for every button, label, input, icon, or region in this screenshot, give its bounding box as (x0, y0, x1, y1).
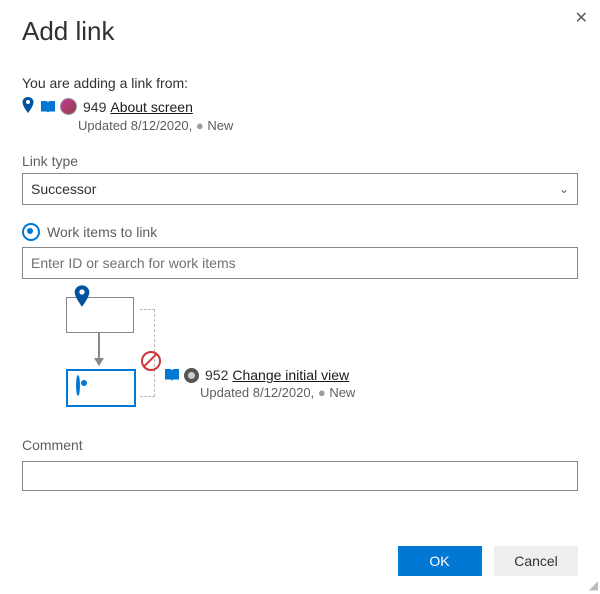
linktype-value: Successor (31, 181, 96, 197)
comment-label: Comment (22, 437, 578, 453)
dialog-title: Add link (22, 16, 578, 47)
linked-meta: Updated 8/12/2020, ● New (200, 385, 578, 400)
pin-icon (74, 285, 90, 312)
comment-input[interactable] (22, 461, 578, 491)
chevron-down-icon: ⌄ (559, 182, 569, 196)
pin-icon (22, 97, 34, 116)
source-meta: Updated 8/12/2020, ● New (78, 118, 578, 133)
close-icon[interactable]: ✕ (575, 8, 588, 28)
relationship-diagram (22, 291, 152, 411)
successor-arrow-icon (98, 333, 100, 365)
target-icon (22, 223, 40, 241)
linked-id: 952 (205, 367, 228, 383)
items-to-link-label: Work items to link (22, 223, 578, 241)
linked-item-panel: 952 Change initial view Updated 8/12/202… (164, 291, 578, 400)
avatar (184, 368, 199, 383)
cancel-button[interactable]: Cancel (494, 546, 578, 576)
linked-title-link[interactable]: Change initial view (232, 367, 349, 383)
epic-icon (164, 368, 180, 382)
add-link-dialog: ✕ Add link You are adding a link from: 9… (0, 0, 600, 594)
linktype-select[interactable]: Successor ⌄ (22, 173, 578, 205)
state-dot-icon: ● (196, 118, 207, 133)
linked-workitem: 952 Change initial view (164, 367, 578, 383)
epic-icon (40, 100, 56, 114)
dialog-actions: OK Cancel (390, 546, 578, 576)
avatar (60, 98, 77, 115)
linktype-label: Link type (22, 153, 578, 169)
source-title-link[interactable]: About screen (110, 99, 193, 115)
target-icon (76, 377, 80, 395)
ok-button[interactable]: OK (398, 546, 482, 576)
resize-handle-icon[interactable]: ◢ (589, 578, 598, 592)
source-id: 949 (83, 99, 106, 115)
blocked-icon (141, 351, 161, 371)
source-workitem: 949 About screen (22, 97, 578, 116)
state-dot-icon: ● (318, 385, 329, 400)
relationship-area: 952 Change initial view Updated 8/12/202… (22, 291, 578, 411)
intro-text: You are adding a link from: (22, 75, 578, 91)
workitem-search-input[interactable] (22, 247, 578, 279)
